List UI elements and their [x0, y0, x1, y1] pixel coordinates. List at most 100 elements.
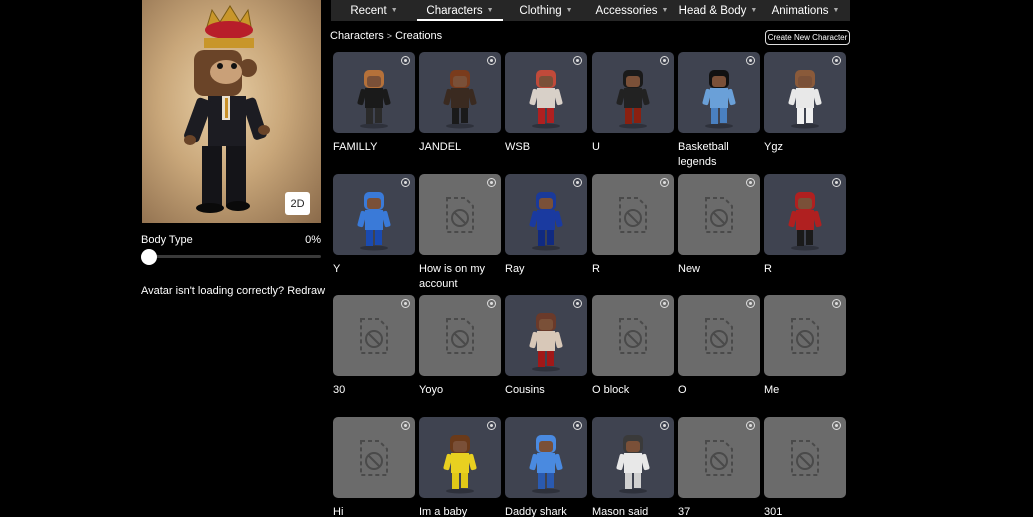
- gear-icon[interactable]: [746, 421, 755, 430]
- character-card[interactable]: R: [592, 174, 674, 277]
- avatar-preview[interactable]: [142, 0, 321, 223]
- gear-icon[interactable]: [401, 421, 410, 430]
- character-thumbnail[interactable]: [419, 295, 501, 376]
- gear-icon[interactable]: [487, 178, 496, 187]
- character-card[interactable]: How is on my account: [419, 174, 501, 292]
- gear-icon[interactable]: [660, 299, 669, 308]
- no-image-icon: [358, 439, 390, 482]
- gear-icon[interactable]: [832, 178, 841, 187]
- character-card[interactable]: 37: [678, 417, 760, 517]
- gear-icon[interactable]: [660, 56, 669, 65]
- gear-icon[interactable]: [487, 299, 496, 308]
- character-thumbnail[interactable]: [419, 174, 501, 255]
- tab-accessories[interactable]: Accessories ▼: [589, 0, 675, 21]
- character-name: 37: [678, 506, 691, 517]
- redraw-link[interactable]: Redraw: [287, 285, 325, 297]
- character-thumbnail[interactable]: [764, 295, 846, 376]
- gear-icon[interactable]: [746, 56, 755, 65]
- gear-icon[interactable]: [660, 421, 669, 430]
- character-thumbnail[interactable]: [505, 52, 587, 133]
- character-thumbnail[interactable]: [678, 295, 760, 376]
- character-thumbnail[interactable]: [592, 52, 674, 133]
- character-card[interactable]: JANDEL: [419, 52, 501, 155]
- character-name: O block: [592, 384, 630, 396]
- character-name: R: [764, 263, 772, 275]
- body-type-slider-thumb[interactable]: [141, 249, 157, 265]
- character-card[interactable]: Cousins: [505, 295, 587, 398]
- character-name: Y: [333, 263, 341, 275]
- character-card[interactable]: Ray: [505, 174, 587, 277]
- create-new-character-button[interactable]: Create New Character: [765, 30, 850, 45]
- gear-icon[interactable]: [401, 178, 410, 187]
- character-card[interactable]: Im a baby: [419, 417, 501, 517]
- no-image-icon: [617, 196, 649, 239]
- character-card[interactable]: Y: [333, 174, 415, 277]
- character-card[interactable]: FAMILLY: [333, 52, 415, 155]
- character-thumbnail[interactable]: [678, 174, 760, 255]
- character-name: O: [678, 384, 687, 396]
- character-card[interactable]: 30: [333, 295, 415, 398]
- character-card[interactable]: New: [678, 174, 760, 277]
- character-name: Cousins: [505, 384, 545, 396]
- gear-icon[interactable]: [401, 56, 410, 65]
- character-card[interactable]: R: [764, 174, 846, 277]
- tab-recent[interactable]: Recent ▼: [331, 0, 417, 21]
- character-thumbnail[interactable]: [333, 52, 415, 133]
- character-card[interactable]: Hi: [333, 417, 415, 517]
- character-thumbnail[interactable]: [592, 295, 674, 376]
- tab-animations[interactable]: Animations ▼: [761, 0, 850, 21]
- character-card[interactable]: U: [592, 52, 674, 155]
- character-thumbnail[interactable]: [333, 295, 415, 376]
- gear-icon[interactable]: [832, 421, 841, 430]
- character-thumbnail[interactable]: [592, 417, 674, 498]
- characters-grid: FAMILLY JANDEL WSB U Basketball legends Ygz Y H…: [333, 52, 849, 517]
- chevron-down-icon: ▼: [832, 7, 840, 14]
- character-card[interactable]: Yoyo: [419, 295, 501, 398]
- gear-icon[interactable]: [573, 299, 582, 308]
- tab-head-body[interactable]: Head & Body ▼: [675, 0, 761, 21]
- gear-icon[interactable]: [746, 178, 755, 187]
- gear-icon[interactable]: [401, 299, 410, 308]
- gear-icon[interactable]: [573, 421, 582, 430]
- character-card[interactable]: 301: [764, 417, 846, 517]
- character-thumbnail[interactable]: [678, 52, 760, 133]
- character-card[interactable]: WSB: [505, 52, 587, 155]
- character-thumbnail[interactable]: [505, 295, 587, 376]
- character-card[interactable]: O: [678, 295, 760, 398]
- gear-icon[interactable]: [487, 56, 496, 65]
- character-thumbnail[interactable]: [764, 417, 846, 498]
- character-thumbnail[interactable]: [505, 174, 587, 255]
- character-thumbnail[interactable]: [678, 417, 760, 498]
- gear-icon[interactable]: [832, 299, 841, 308]
- tab-label: Recent: [350, 4, 387, 17]
- character-thumbnail[interactable]: [505, 417, 587, 498]
- character-thumbnail[interactable]: [764, 174, 846, 255]
- breadcrumb-parent[interactable]: Characters: [330, 30, 384, 42]
- character-card[interactable]: Ygz: [764, 52, 846, 155]
- chevron-down-icon: ▼: [486, 7, 494, 14]
- 2d-toggle-button[interactable]: 2D: [285, 192, 310, 215]
- character-thumbnail[interactable]: [592, 174, 674, 255]
- character-card[interactable]: Mason said: [592, 417, 674, 517]
- tab-clothing[interactable]: Clothing ▼: [503, 0, 589, 21]
- gear-icon[interactable]: [487, 421, 496, 430]
- character-thumbnail[interactable]: [764, 52, 846, 133]
- character-name: U: [592, 141, 600, 153]
- character-thumbnail[interactable]: [333, 417, 415, 498]
- gear-icon[interactable]: [660, 178, 669, 187]
- gear-icon[interactable]: [573, 178, 582, 187]
- character-card[interactable]: Daddy shark: [505, 417, 587, 517]
- body-type-slider-track[interactable]: [141, 255, 321, 258]
- tab-characters[interactable]: Characters ▼: [417, 0, 503, 21]
- chevron-down-icon: ▼: [750, 7, 758, 14]
- character-card[interactable]: O block: [592, 295, 674, 398]
- character-thumbnail[interactable]: [333, 174, 415, 255]
- character-card[interactable]: Basketball legends: [678, 52, 760, 170]
- character-thumbnail[interactable]: [419, 52, 501, 133]
- gear-icon[interactable]: [832, 56, 841, 65]
- character-name: Me: [764, 384, 780, 396]
- gear-icon[interactable]: [746, 299, 755, 308]
- character-thumbnail[interactable]: [419, 417, 501, 498]
- gear-icon[interactable]: [573, 56, 582, 65]
- character-card[interactable]: Me: [764, 295, 846, 398]
